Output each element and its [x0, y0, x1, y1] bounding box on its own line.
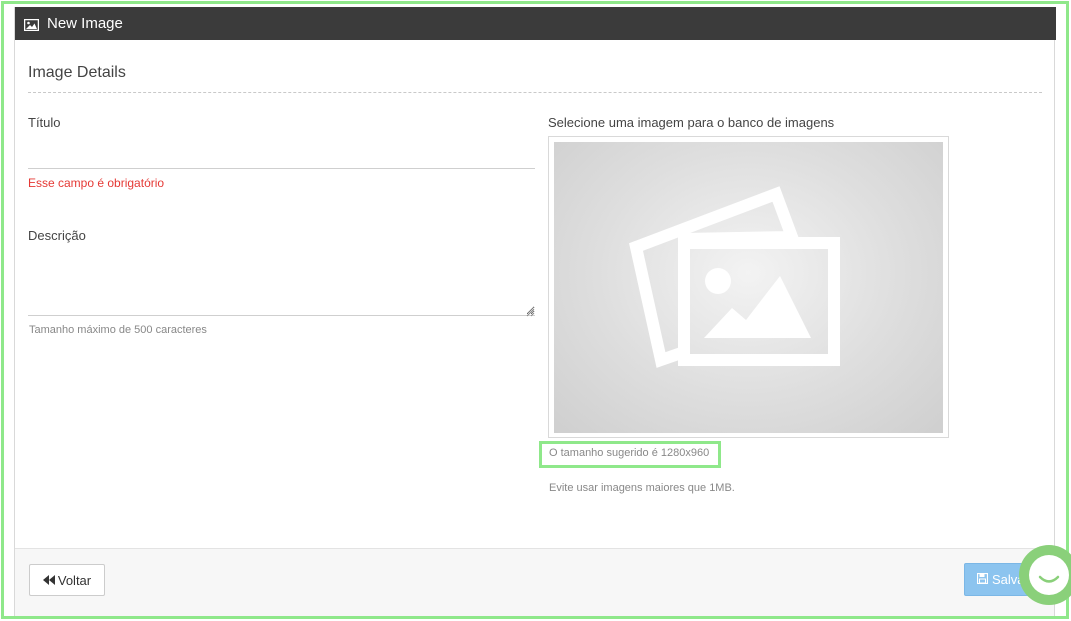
panel-footer: Voltar Salvar	[15, 548, 1054, 617]
title-error-message: Esse campo é obrigatório	[28, 176, 165, 190]
image-dropzone[interactable]	[548, 136, 949, 438]
chat-icon	[1029, 555, 1069, 595]
new-image-panel: New Image Image Details Título Esse camp…	[14, 7, 1056, 617]
panel-header: New Image	[15, 7, 1056, 40]
image-select-label: Selecione uma imagem para o banco de ima…	[548, 115, 835, 130]
image-icon	[23, 18, 40, 31]
image-size-hint: O tamanho sugerido é 1280x960	[549, 447, 710, 459]
image-max-size-hint: Evite usar imagens maiores que 1MB.	[549, 482, 735, 494]
chat-widget-button[interactable]	[1019, 545, 1071, 605]
panel-title: New Image	[47, 15, 123, 32]
title-label: Título	[28, 115, 61, 130]
back-button-label: Voltar	[57, 572, 92, 588]
description-textarea[interactable]	[28, 257, 535, 316]
image-preview[interactable]	[554, 142, 943, 433]
description-label: Descrição	[28, 228, 86, 243]
description-hint: Tamanho máximo de 500 caracteres	[29, 324, 207, 336]
section-title: Image Details	[28, 64, 126, 81]
section-divider	[28, 92, 1042, 93]
floppy-disk-icon	[976, 572, 989, 587]
back-button[interactable]: Voltar	[29, 564, 105, 596]
fast-backward-icon	[42, 573, 55, 588]
resize-grip-icon[interactable]	[525, 304, 535, 317]
title-input[interactable]	[28, 142, 535, 169]
images-placeholder-icon	[629, 186, 840, 368]
